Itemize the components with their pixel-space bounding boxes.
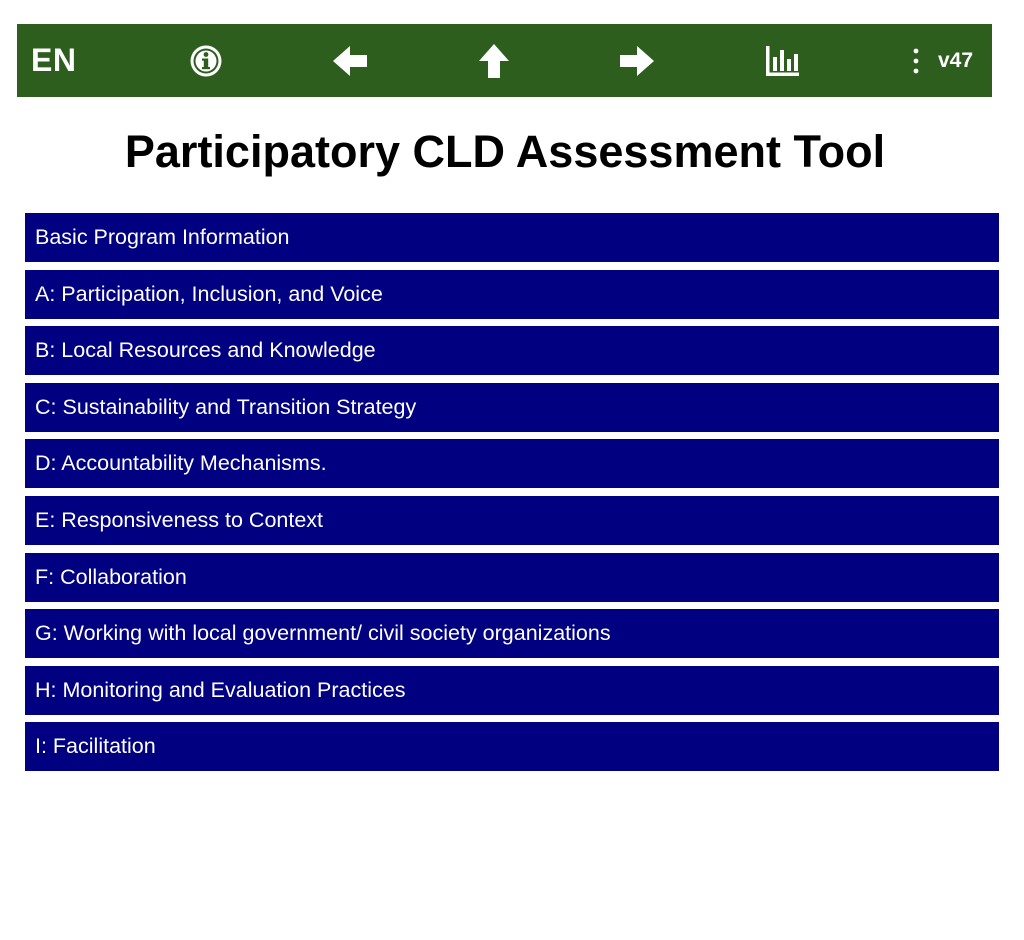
section-list: Basic Program Information A: Participati… xyxy=(25,213,999,779)
top-toolbar: EN v47 xyxy=(17,24,992,97)
bar-chart-icon[interactable] xyxy=(760,24,804,97)
info-icon[interactable] xyxy=(184,24,228,97)
section-h-monitoring-evaluation[interactable]: H: Monitoring and Evaluation Practices xyxy=(25,665,999,715)
more-vertical-icon[interactable] xyxy=(901,24,931,97)
arrow-right-icon[interactable] xyxy=(615,24,659,97)
section-basic-program-information[interactable]: Basic Program Information xyxy=(25,213,999,262)
section-d-accountability[interactable]: D: Accountability Mechanisms. xyxy=(25,439,999,489)
version-label: v47 xyxy=(938,48,974,72)
arrow-up-icon[interactable] xyxy=(472,24,516,97)
page-title: Participatory CLD Assessment Tool xyxy=(124,126,886,177)
language-button[interactable]: EN xyxy=(31,24,76,97)
section-c-sustainability[interactable]: C: Sustainability and Transition Strateg… xyxy=(25,382,999,432)
section-f-collaboration[interactable]: F: Collaboration xyxy=(25,552,999,602)
section-e-responsiveness[interactable]: E: Responsiveness to Context xyxy=(25,495,999,545)
arrow-left-icon[interactable] xyxy=(328,24,372,97)
section-b-local-resources[interactable]: B: Local Resources and Knowledge xyxy=(25,326,999,376)
section-g-local-government[interactable]: G: Working with local government/ civil … xyxy=(25,609,999,659)
section-i-facilitation[interactable]: I: Facilitation xyxy=(25,722,999,772)
section-a-participation[interactable]: A: Participation, Inclusion, and Voice xyxy=(25,269,999,319)
